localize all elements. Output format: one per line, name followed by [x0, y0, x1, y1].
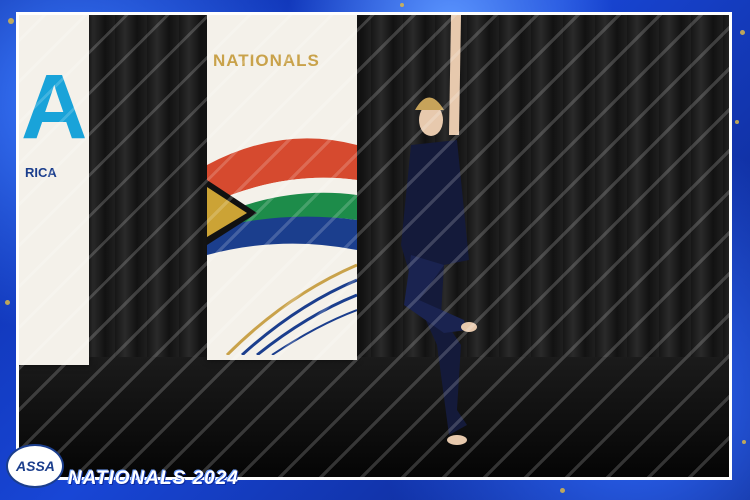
gold-fleck [560, 488, 565, 493]
gold-fleck [5, 300, 10, 305]
assa-logo: ASSA [6, 444, 64, 488]
banner-left: A RICA [19, 15, 89, 365]
banner-swoosh-lines [225, 263, 357, 355]
banner-left-letter: A [21, 56, 87, 158]
gold-fleck [742, 440, 746, 444]
banner-title: NATIONALS [213, 51, 320, 70]
gold-fleck [735, 120, 739, 124]
gold-fleck [8, 18, 14, 24]
banner-nationals: NATIONALS [207, 15, 357, 360]
gold-fleck [740, 30, 745, 35]
photo-frame: A RICA NATIONALS ASSA NATIONALS 2024 [0, 0, 750, 500]
banner-left-subtext: RICA [25, 165, 57, 180]
gold-fleck [400, 3, 404, 7]
dancer-figure [401, 15, 477, 445]
event-caption: NATIONALS 2024 [68, 468, 239, 489]
stage-photo: A RICA NATIONALS [16, 12, 732, 480]
south-african-flag-graphic [207, 138, 357, 255]
assa-logo-text: ASSA [16, 458, 55, 474]
